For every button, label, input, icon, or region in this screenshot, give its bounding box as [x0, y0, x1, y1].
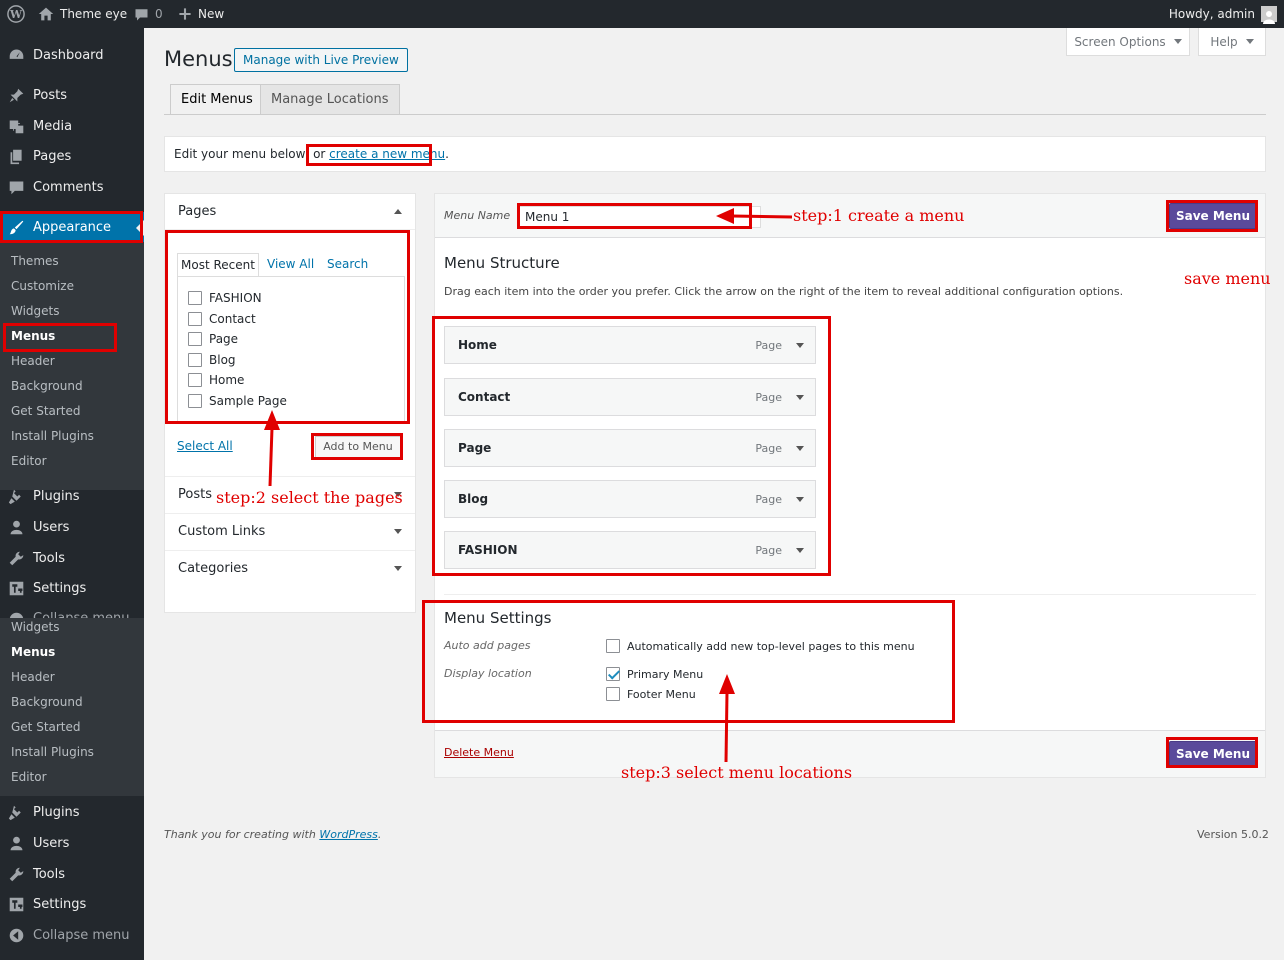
arrow-step1: [731, 214, 793, 219]
annotation-arrows: [264, 208, 793, 763]
annotation-step2: step:2 select the pages: [216, 488, 403, 507]
footer-period: .: [377, 828, 382, 841]
annotation-step3: step:3 select menu locations: [621, 763, 853, 782]
wordpress-link[interactable]: WordPress: [319, 828, 378, 841]
footer-thanks: Thank you for creating with WordPress.: [164, 828, 381, 841]
footer-thanks-text: Thank you for creating with: [164, 828, 320, 841]
annotation-step1: step:1 create a menu: [793, 206, 965, 225]
footer-version: Version 5.0.2: [1197, 828, 1269, 841]
arrowhead-step3: [719, 674, 735, 694]
arrow-step2: [268, 427, 274, 487]
annotation-save-menu: save menu: [1184, 269, 1271, 288]
arrow-step3: [724, 691, 729, 763]
arrowhead-step2: [264, 410, 280, 430]
arrowhead-step1: [716, 208, 734, 224]
